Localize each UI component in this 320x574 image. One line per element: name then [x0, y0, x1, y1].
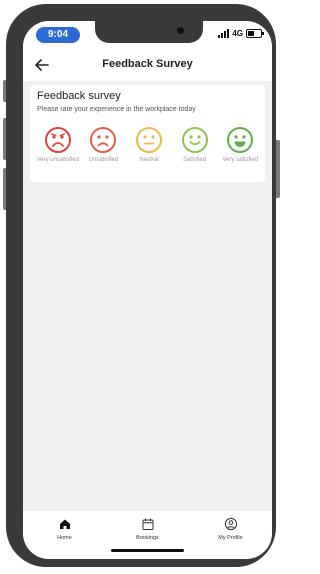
satisfied-face-icon — [181, 127, 208, 153]
rating-option-very-sad[interactable]: Very unsatisfied — [35, 126, 81, 180]
survey-card: Feedback survey Please rate your experie… — [30, 85, 265, 182]
home-icon — [59, 519, 70, 529]
power-button — [276, 140, 280, 198]
rating-option-sad[interactable]: Unsatisfied — [81, 126, 127, 180]
tab-my-profile[interactable]: My Profile — [189, 511, 272, 559]
survey-title: Feedback survey — [37, 90, 121, 102]
rating-label: Very unsatisfied — [36, 157, 79, 163]
home-indicator — [111, 549, 184, 552]
phone-frame: 9:04 4G Feedback Survey Feedback survey … — [6, 4, 276, 567]
battery-icon — [246, 29, 264, 38]
rating-option-very-happy[interactable]: Very satisfied — [217, 126, 263, 180]
survey-subtitle: Please rate your experience in the workp… — [37, 106, 196, 113]
signal-icon — [218, 29, 230, 38]
rating-option-neutral[interactable]: Neutral — [126, 126, 172, 180]
rating-label: Very satisfied — [222, 157, 259, 163]
notch — [95, 21, 203, 43]
status-indicators: 4G — [218, 29, 264, 38]
camera-icon — [177, 27, 184, 34]
tab-my-profile-label: My Profile — [218, 535, 243, 541]
network-label: 4G — [232, 29, 243, 38]
calendar-icon — [142, 518, 153, 530]
rating-options: Very unsatisfied Unsatisfied Neutral Satisf… — [35, 126, 263, 180]
rating-option-happy[interactable]: Satisfied — [172, 126, 218, 180]
page-title: Feedback Survey — [102, 58, 193, 70]
tab-home-label: Home — [57, 535, 72, 541]
status-bar: 9:04 4G — [23, 21, 272, 49]
status-time: 9:04 — [36, 27, 80, 43]
screen: 9:04 4G Feedback Survey Feedback survey … — [23, 21, 272, 559]
unsatisfied-face-icon — [90, 127, 117, 153]
tab-home[interactable]: Home — [23, 511, 106, 559]
rating-label: Unsatisfied — [88, 157, 119, 163]
rating-label: Satisfied — [183, 157, 207, 163]
tab-bookings-label: Bookings — [136, 535, 159, 541]
profile-icon — [224, 517, 237, 531]
nav-bar: Feedback Survey — [23, 49, 272, 81]
neutral-face-icon — [135, 127, 162, 153]
rating-label: Neutral — [139, 157, 159, 163]
very-satisfied-face-icon — [227, 127, 254, 153]
very-unsatisfied-face-icon — [44, 127, 71, 153]
